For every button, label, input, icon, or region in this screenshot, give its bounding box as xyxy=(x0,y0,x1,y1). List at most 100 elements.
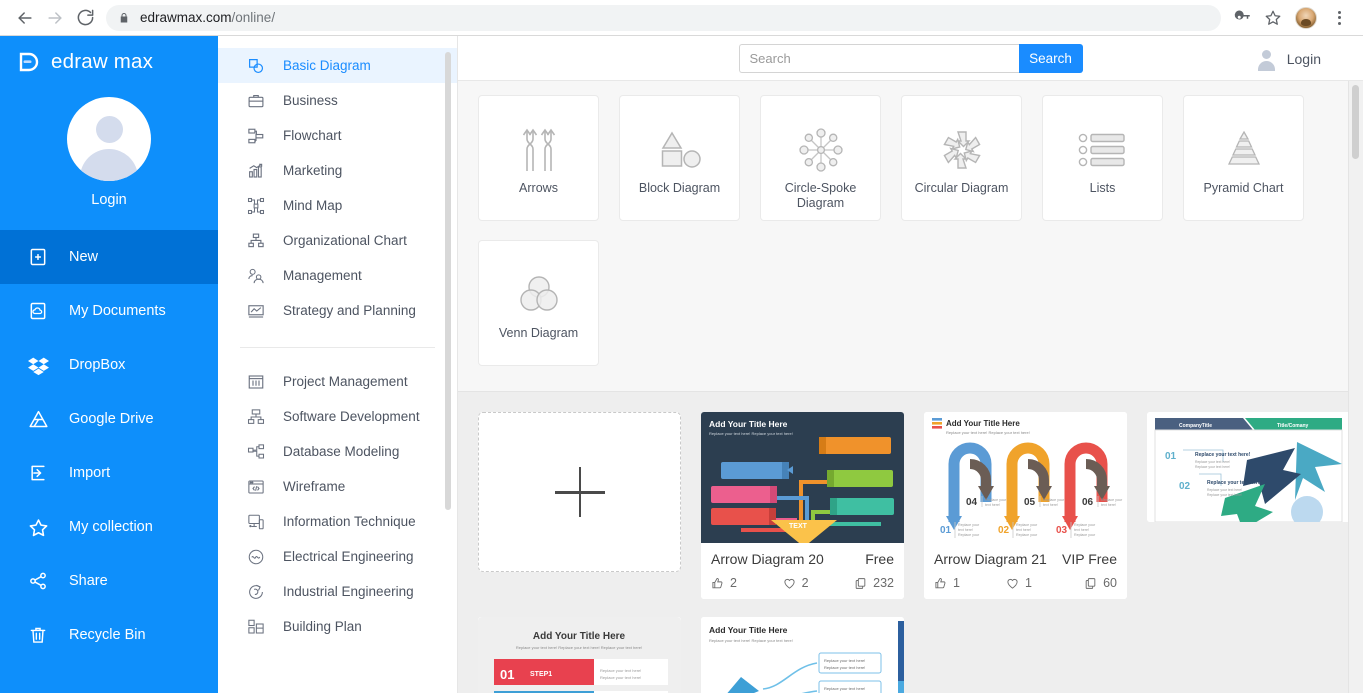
type-card-circle-spoke-diagram[interactable]: Circle-Spoke Diagram xyxy=(760,95,881,221)
template-likes[interactable]: 2 xyxy=(711,576,783,590)
svg-text:01: 01 xyxy=(940,525,952,536)
url-path: /online/ xyxy=(231,10,276,25)
sidebar-item-google-drive[interactable]: Google Drive xyxy=(0,392,218,446)
category-item-electrical-engineering[interactable]: Electrical Engineering xyxy=(218,539,457,574)
template-favorites[interactable]: 2 xyxy=(783,576,855,590)
sidebar-item-new[interactable]: New xyxy=(0,230,218,284)
svg-text:02: 02 xyxy=(998,525,1010,536)
category-scrollbar[interactable] xyxy=(445,52,451,510)
back-arrow-icon[interactable] xyxy=(10,3,40,33)
profile-avatar-icon[interactable] xyxy=(1295,6,1317,29)
template-copies[interactable]: 232 xyxy=(854,576,894,590)
type-card-block-diagram[interactable]: Block Diagram xyxy=(619,95,740,221)
svg-text:text here!: text here! xyxy=(1101,503,1116,507)
brand-name: edraw max xyxy=(51,50,154,73)
template-thumbnail: Add Your Title Here Replace your text he… xyxy=(478,617,681,693)
brand-logo: edraw max xyxy=(0,36,218,74)
content-scrollbar-thumb[interactable] xyxy=(1352,85,1359,159)
copies-count: 232 xyxy=(873,576,894,590)
svg-text:Replace your text here!: Replace your text here! xyxy=(824,658,865,663)
heart-icon xyxy=(783,578,795,589)
type-card-arrows[interactable]: Arrows xyxy=(478,95,599,221)
content-scrollbar-track xyxy=(1348,81,1363,693)
sidebar-item-my-documents[interactable]: My Documents xyxy=(0,284,218,338)
category-item-strategy-and-planning[interactable]: Strategy and Planning xyxy=(218,293,457,328)
category-item-flowchart[interactable]: Flowchart xyxy=(218,118,457,153)
category-item-project-management[interactable]: Project Management xyxy=(218,364,457,399)
category-label: Business xyxy=(283,93,338,108)
thumbnail-title: Add Your Title Here xyxy=(946,419,1020,428)
template-meta: Arrow Diagram 21 VIP Free 1 1 60 xyxy=(924,543,1127,599)
search-bar: Search xyxy=(738,43,1083,73)
template-card[interactable]: Add Your Title Here Replace your text he… xyxy=(478,617,681,693)
template-card[interactable]: Add Your Title Here Replace your text he… xyxy=(701,617,904,693)
svg-text:05: 05 xyxy=(1024,497,1036,508)
thumbnail-subtitle: Replace your text here! Replace your tex… xyxy=(946,430,1030,435)
category-item-organizational-chart[interactable]: Organizational Chart xyxy=(218,223,457,258)
svg-text:text here!: text here! xyxy=(958,528,973,532)
svg-text:Replace your: Replace your xyxy=(1016,533,1038,537)
template-favorites[interactable]: 1 xyxy=(1006,576,1078,590)
account-block[interactable]: Login xyxy=(0,74,218,230)
type-card-lists[interactable]: Lists xyxy=(1042,95,1163,221)
sidebar-item-share[interactable]: Share xyxy=(0,554,218,608)
reload-icon[interactable] xyxy=(70,3,100,33)
type-card-venn-diagram[interactable]: Venn Diagram xyxy=(478,240,599,366)
sidebar-item-import[interactable]: Import xyxy=(0,446,218,500)
bookmark-star-icon[interactable] xyxy=(1259,4,1287,32)
lists-icon xyxy=(1077,119,1129,181)
favorites-count: 2 xyxy=(801,576,809,590)
category-item-mind-map[interactable]: Mind Map xyxy=(218,188,457,223)
templates-grid: Add Your Title Here Replace your text he… xyxy=(478,412,1363,693)
category-item-industrial-engineering[interactable]: Industrial Engineering xyxy=(218,574,457,609)
template-card-blank[interactable] xyxy=(478,412,681,572)
svg-text:Replace your: Replace your xyxy=(1074,533,1096,537)
type-card-circular-diagram[interactable]: Circular Diagram xyxy=(901,95,1022,221)
svg-text:Replace your text here!: Replace your text here! xyxy=(1207,493,1242,497)
search-input[interactable] xyxy=(738,43,1019,73)
category-panel: Basic Diagram Business Flowchart Marketi… xyxy=(218,36,458,693)
category-item-marketing[interactable]: Marketing xyxy=(218,153,457,188)
management-gear-person-icon xyxy=(245,265,267,287)
svg-text:text here!: text here! xyxy=(1043,503,1058,507)
address-bar[interactable]: edrawmax.com/online/ xyxy=(106,4,1221,31)
template-card[interactable]: Replace your text here! Replace your tex… xyxy=(1147,412,1350,522)
category-item-wireframe[interactable]: Wireframe xyxy=(218,469,457,504)
category-item-building-plan[interactable]: Building Plan xyxy=(218,609,457,644)
sidebar-item-my-collection[interactable]: My collection xyxy=(0,500,218,554)
type-label: Block Diagram xyxy=(638,181,721,195)
svg-text:Replace your: Replace your xyxy=(1074,523,1096,527)
category-item-basic-diagram[interactable]: Basic Diagram xyxy=(218,48,457,83)
type-label: Arrows xyxy=(519,181,558,195)
forward-arrow-icon[interactable] xyxy=(40,3,70,33)
password-key-icon[interactable] xyxy=(1229,4,1257,32)
sidebar-item-recycle-bin[interactable]: Recycle Bin xyxy=(0,608,218,662)
copies-count: 60 xyxy=(1103,576,1117,590)
template-likes[interactable]: 1 xyxy=(934,576,1006,590)
lock-icon xyxy=(118,11,130,25)
category-item-software-development[interactable]: Software Development xyxy=(218,399,457,434)
svg-text:Replace your text here!: Replace your text here! xyxy=(1207,488,1242,492)
category-item-business[interactable]: Business xyxy=(218,83,457,118)
thumbnail-title: Add Your Title Here xyxy=(533,631,626,642)
category-item-information-technique[interactable]: Information Technique xyxy=(218,504,457,539)
login-control[interactable]: Login xyxy=(1257,36,1321,81)
category-item-management[interactable]: Management xyxy=(218,258,457,293)
category-item-database-modeling[interactable]: Database Modeling xyxy=(218,434,457,469)
three-dot-menu-icon[interactable] xyxy=(1325,4,1353,32)
template-card[interactable]: 04 05 06 01 02 03 Replace your text here… xyxy=(924,412,1127,599)
sidebar-item-dropbox[interactable]: DropBox xyxy=(0,338,218,392)
type-card-pyramid-chart[interactable]: Pyramid Chart xyxy=(1183,95,1304,221)
search-button[interactable]: Search xyxy=(1018,43,1083,73)
google-drive-icon xyxy=(27,408,49,430)
project-management-icon xyxy=(245,371,267,393)
category-label: Information Technique xyxy=(283,514,416,529)
template-copies[interactable]: 60 xyxy=(1084,576,1117,590)
building-plan-icon xyxy=(245,616,267,638)
category-label: Project Management xyxy=(283,374,408,389)
copy-icon xyxy=(1085,577,1096,589)
svg-text:Replace your text here!: Replace your text here! xyxy=(600,675,641,680)
svg-text:01: 01 xyxy=(1165,451,1177,462)
template-card[interactable]: Add Your Title Here Replace your text he… xyxy=(701,412,904,599)
circular-diagram-icon xyxy=(939,119,985,181)
